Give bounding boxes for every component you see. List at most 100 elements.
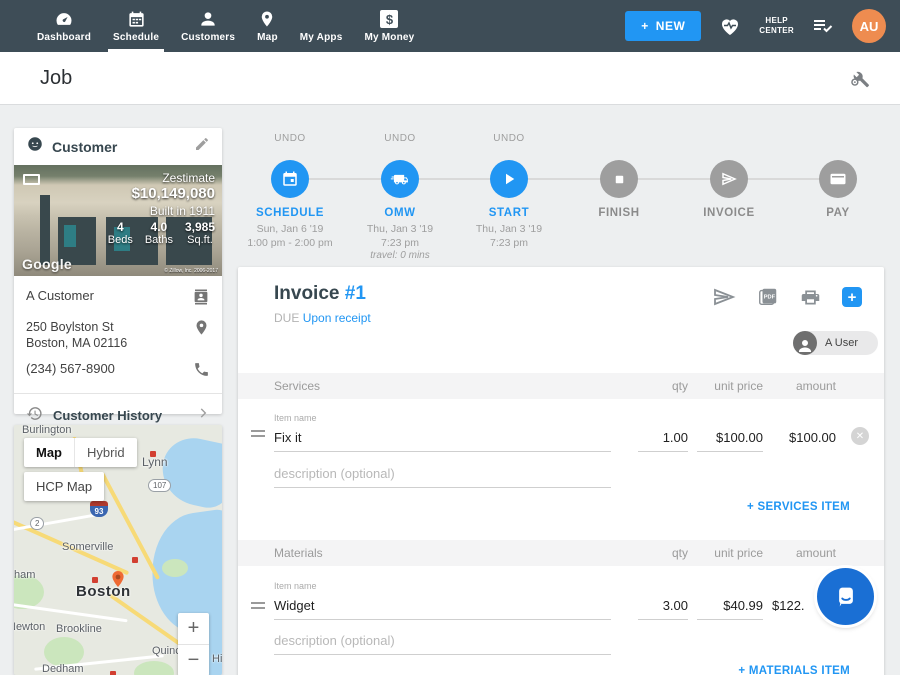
map-type-hybrid-button[interactable]: Hybrid bbox=[74, 438, 137, 467]
pay-card-icon[interactable] bbox=[819, 160, 857, 198]
invoice-number[interactable]: #1 bbox=[345, 283, 366, 304]
customer-card-title: Customer bbox=[52, 139, 186, 155]
help-center-line2: CENTER bbox=[759, 26, 794, 36]
chevron-right-icon bbox=[196, 406, 210, 425]
svg-text:PDF: PDF bbox=[764, 294, 776, 300]
customer-card: Customer Zestimate $10,149,080 Built in … bbox=[14, 128, 222, 414]
mini-map[interactable]: Burlington Lynn 107 2 93 Somerville ham … bbox=[14, 425, 222, 675]
contact-card-icon[interactable] bbox=[192, 288, 210, 311]
nav-label: My Money bbox=[364, 32, 414, 43]
map-label-waltham: ham bbox=[14, 569, 35, 581]
nav-label: My Apps bbox=[300, 32, 343, 43]
property-stats: 4Beds 4.0Baths 3,985Sq.ft. bbox=[108, 220, 215, 246]
travel-time: travel: 0 mins bbox=[335, 250, 465, 261]
drag-handle[interactable] bbox=[251, 599, 265, 612]
map-type-toggle: Map Hybrid bbox=[24, 438, 137, 467]
photo-detail bbox=[64, 225, 76, 247]
built-year: Built in 1911 bbox=[150, 204, 215, 218]
section-name: Materials bbox=[274, 546, 323, 560]
finish-stop-icon[interactable] bbox=[600, 160, 638, 198]
due-label: DUE bbox=[274, 311, 299, 325]
user-avatar[interactable]: AU bbox=[852, 9, 886, 43]
material-item-description-field[interactable]: description (optional) bbox=[274, 628, 611, 655]
invoice-due: DUE Upon receipt bbox=[274, 311, 371, 325]
material-item-name-field[interactable]: Widget bbox=[274, 587, 611, 620]
map-water bbox=[156, 432, 222, 511]
nav-item-my-money[interactable]: $ My Money bbox=[353, 0, 425, 52]
nav-items: Dashboard Schedule Customers Map bbox=[0, 0, 425, 52]
location-pin-icon[interactable] bbox=[193, 319, 210, 341]
drag-handle[interactable] bbox=[251, 427, 265, 440]
map-label-somerville: Somerville bbox=[62, 541, 113, 553]
assignee-avatar-icon bbox=[793, 331, 817, 355]
beds-label: Beds bbox=[108, 234, 133, 246]
schedule-step-icon[interactable] bbox=[271, 160, 309, 198]
nav-label: Map bbox=[257, 32, 278, 43]
property-photo: Zestimate $10,149,080 Built in 1911 4Bed… bbox=[14, 165, 222, 276]
send-invoice-icon[interactable] bbox=[712, 285, 736, 309]
address-line1: 250 Boylston St bbox=[26, 320, 114, 334]
nav-item-my-apps[interactable]: My Apps bbox=[289, 0, 354, 52]
add-services-item-link[interactable]: + SERVICES ITEM bbox=[747, 501, 850, 513]
map-label-lynn: Lynn bbox=[142, 455, 168, 469]
map-label-brookline: Brookline bbox=[56, 623, 102, 635]
job-settings-wrench-icon[interactable] bbox=[848, 67, 870, 94]
service-item-description-field[interactable]: description (optional) bbox=[274, 461, 611, 488]
customer-history-label: Customer History bbox=[53, 408, 186, 423]
history-icon bbox=[26, 405, 43, 427]
checklist-icon[interactable] bbox=[811, 14, 835, 38]
map-marker bbox=[110, 671, 116, 675]
add-materials-item-link[interactable]: + MATERIALS ITEM bbox=[738, 665, 850, 675]
new-button-label: NEW bbox=[656, 19, 686, 33]
zestimate-value: $10,149,080 bbox=[132, 185, 215, 202]
chat-icon bbox=[831, 582, 861, 612]
map-label-newton: Newton bbox=[14, 621, 45, 633]
invoice-card: Invoice #1 DUE Upon receipt PDF + A User bbox=[238, 267, 884, 675]
invoice-send-icon[interactable] bbox=[710, 160, 748, 198]
interstate-93-shield: 93 bbox=[90, 501, 108, 517]
help-center-button[interactable]: HELP CENTER bbox=[759, 16, 794, 36]
nav-item-schedule[interactable]: Schedule bbox=[102, 0, 170, 52]
new-button[interactable]: + NEW bbox=[625, 11, 701, 41]
help-center-line1: HELP bbox=[759, 16, 794, 26]
nav-label: Customers bbox=[181, 32, 235, 43]
map-zoom-control: + − bbox=[178, 613, 209, 675]
remove-service-item-button[interactable]: ✕ bbox=[851, 427, 869, 445]
google-watermark: Google bbox=[22, 256, 72, 272]
service-item-amount: $100.00 bbox=[744, 430, 836, 445]
due-value-link[interactable]: Upon receipt bbox=[303, 311, 371, 325]
health-heart-icon[interactable] bbox=[718, 14, 742, 38]
map-type-map-button[interactable]: Map bbox=[24, 438, 74, 467]
zoom-out-button[interactable]: − bbox=[178, 645, 209, 675]
omw-truck-icon[interactable] bbox=[381, 160, 419, 198]
zestimate-label: Zestimate bbox=[162, 171, 215, 185]
nav-item-map[interactable]: Map bbox=[246, 0, 289, 52]
nav-label: Schedule bbox=[113, 32, 159, 43]
map-park bbox=[162, 559, 188, 577]
baths-value: 4.0 bbox=[145, 220, 173, 234]
timeline-step-pay: PAY bbox=[773, 133, 900, 219]
zoom-in-button[interactable]: + bbox=[178, 613, 209, 644]
assignee-chip[interactable]: A User bbox=[793, 331, 878, 355]
service-item-name-field[interactable]: Fix it bbox=[274, 419, 611, 452]
add-invoice-button[interactable]: + bbox=[842, 287, 862, 307]
materials-section-header: Materials qty unit price amount bbox=[238, 540, 884, 566]
unit-price-column-header: unit price bbox=[678, 379, 763, 393]
service-item-qty-field[interactable]: 1.00 bbox=[638, 419, 688, 452]
amount-column-header: amount bbox=[758, 379, 836, 393]
pdf-icon[interactable]: PDF bbox=[757, 286, 779, 308]
nav-item-dashboard[interactable]: Dashboard bbox=[26, 0, 102, 52]
hcp-map-button[interactable]: HCP Map bbox=[24, 472, 104, 501]
print-icon[interactable] bbox=[800, 287, 821, 308]
plus-icon: + bbox=[641, 19, 649, 33]
start-play-icon[interactable] bbox=[490, 160, 528, 198]
street-view-icon[interactable] bbox=[23, 174, 40, 185]
edit-pencil-icon[interactable] bbox=[194, 136, 210, 157]
phone-icon[interactable] bbox=[193, 361, 210, 383]
avatar-initials: AU bbox=[860, 19, 879, 34]
material-item-qty-field[interactable]: 3.00 bbox=[638, 587, 688, 620]
nav-item-customers[interactable]: Customers bbox=[170, 0, 246, 52]
nav-label: Dashboard bbox=[37, 32, 91, 43]
chat-messenger-button[interactable] bbox=[817, 568, 874, 625]
page-header: Job bbox=[0, 52, 900, 105]
